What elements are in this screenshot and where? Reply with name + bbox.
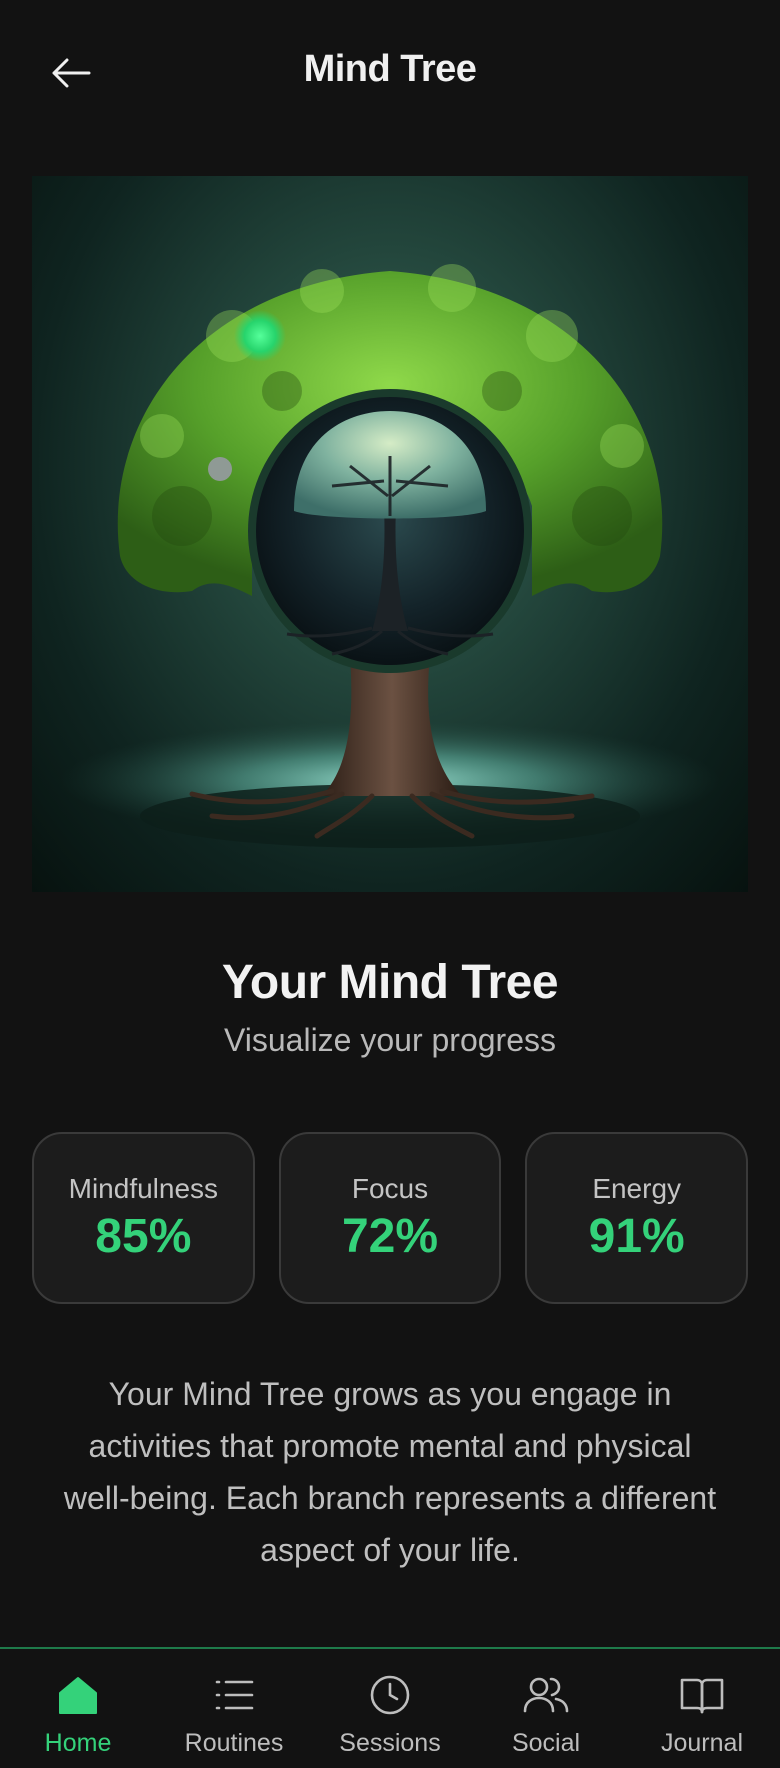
nav-item-home[interactable]: Home <box>0 1649 156 1768</box>
stat-value: 91% <box>588 1209 685 1263</box>
stat-card-mindfulness[interactable]: Mindfulness 85% <box>32 1132 255 1304</box>
description-text: Your Mind Tree grows as you engage in ac… <box>63 1376 717 1568</box>
stat-value: 85% <box>95 1209 192 1263</box>
mind-tree-illustration <box>32 176 748 892</box>
stat-label: Mindfulness <box>68 1172 219 1204</box>
nav-item-sessions[interactable]: Sessions <box>312 1649 468 1768</box>
stat-card-focus[interactable]: Focus 72% <box>278 1132 502 1304</box>
nav-item-social[interactable]: Social <box>468 1649 624 1768</box>
page-title: Mind Tree <box>303 48 477 90</box>
nav-label: Sessions <box>339 1729 441 1757</box>
stats-row: Mindfulness 85% Focus 72% Energy 91% <box>32 1132 749 1304</box>
app-header: Mind Tree <box>0 0 780 145</box>
nav-label: Home <box>44 1729 112 1757</box>
home-icon <box>54 1671 102 1719</box>
stat-label: Energy <box>592 1172 682 1204</box>
clock-icon <box>366 1671 414 1719</box>
nav-label: Social <box>511 1729 581 1757</box>
nav-label: Journal <box>661 1729 743 1757</box>
nav-label: Routines <box>184 1729 284 1757</box>
nav-item-routines[interactable]: Routines <box>156 1649 312 1768</box>
mind-tree-screen: Mind Tree Your Mind Tree Visualize your … <box>0 0 780 1768</box>
bottom-navigation: Home Routines Sessions Social Journal <box>0 1647 780 1768</box>
section-heading: Your Mind Tree <box>221 956 559 1009</box>
section-subheading: Visualize your progress <box>223 1022 556 1058</box>
list-icon <box>210 1671 258 1719</box>
stat-value: 72% <box>341 1209 439 1263</box>
nav-item-journal[interactable]: Journal <box>624 1649 780 1768</box>
stat-card-energy[interactable]: Energy 91% <box>525 1132 749 1304</box>
stat-label: Focus <box>351 1172 429 1204</box>
users-icon <box>522 1671 570 1719</box>
book-icon <box>678 1671 726 1719</box>
